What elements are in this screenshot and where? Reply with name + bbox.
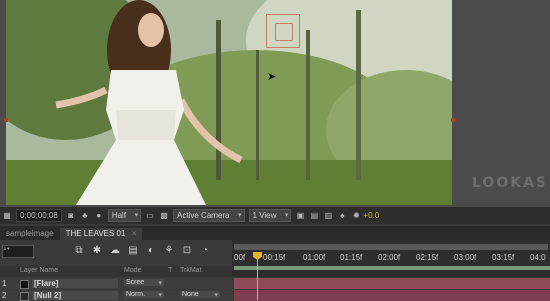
shy-layers-icon[interactable]: ☁ [108,243,122,257]
frame-blending-icon[interactable]: ▤ [126,243,140,257]
close-icon[interactable]: × [132,229,137,238]
region-of-interest-icon[interactable]: ▭ [145,211,155,221]
camera-snapshot-icon[interactable]: ◙ [66,211,76,221]
exposure-icon[interactable]: ✺ [351,211,361,221]
composition-viewer[interactable]: ➤ LOOKAS [0,0,550,207]
brainstorm-icon[interactable]: ⚘ [162,243,176,257]
layer-mode-select[interactable]: Norm. [124,291,164,299]
ruler-label: 00:15f [263,253,286,262]
ruler-label: 00f [234,253,246,262]
color-channel-icon[interactable]: ● [94,211,104,221]
col-layer-name[interactable]: Layer Name [20,267,58,274]
timeline-switches: ⧉ ✱ ☁ ▤ ◐ ⚘ ⊡ ◔ [72,243,216,257]
layer-row[interactable]: 1 [Flare] Scree [0,278,232,289]
tab-label: THE LEAVES 01 [65,229,126,238]
layer-duration-bar[interactable] [234,290,550,301]
layer-name[interactable]: [Null 2] [32,291,118,300]
ruler-label: 02:15f [416,253,439,262]
toggle-pixel-aspect-icon[interactable]: ▣ [295,211,305,221]
transparency-grid-icon[interactable]: ▩ [159,211,169,221]
comp-duration-bar [234,266,550,270]
fast-preview-icon[interactable]: ▤ [309,211,319,221]
comp-mini-flowchart-icon[interactable]: ⧉ [72,243,86,257]
layer-trkmat-select[interactable]: None [180,291,220,299]
footage-image [6,0,452,205]
mouse-cursor-icon: ➤ [267,71,277,83]
target-marker[interactable] [266,14,300,48]
layer-duration-bar[interactable] [234,278,550,289]
auto-keyframe-icon[interactable]: ◔ [198,243,212,257]
work-area-bar[interactable] [234,244,548,250]
show-snapshot-icon[interactable]: ♣ [80,211,90,221]
layer-column-header: Layer Name Mode T TrkMat [0,266,232,277]
motion-blur-icon[interactable]: ◐ [144,243,158,257]
layer-handle-right[interactable] [451,118,455,122]
layer-name[interactable]: [Flare] [32,279,118,288]
viewer-toolbar: ▦ 0;00;00;08 ◙ ♣ ● Half ▭ ▩ Active Camer… [0,207,550,224]
draft-3d-icon[interactable]: ✱ [90,243,104,257]
col-t[interactable]: T [168,267,172,274]
ruler-label: 04:0 [530,253,546,262]
ruler-label: 03:15f [492,253,515,262]
camera-select[interactable]: Active Camera [173,209,245,222]
exposure-value[interactable]: +0.0 [363,211,379,220]
grid-icon[interactable]: ▦ [2,211,12,221]
tab-the-leaves-01[interactable]: THE LEAVES 01 × [59,228,143,240]
layer-handle-left[interactable] [4,118,8,122]
layer-color-swatch[interactable] [20,280,29,289]
graph-editor-icon[interactable]: ⊡ [180,243,194,257]
flowchart-icon[interactable]: ♠ [337,211,347,221]
layer-number: 2 [2,291,7,300]
watermark: LOOKAS [472,175,548,191]
composition-frame[interactable] [6,0,452,205]
timeline-icon[interactable]: ▥ [323,211,333,221]
timeline-search-input[interactable]: ⌕▾ [2,245,34,258]
ruler-label: 01:00f [303,253,326,262]
tab-sampleimage[interactable]: sampleimage [0,228,60,240]
layer-row[interactable]: 2 [Null 2] Norm. None [0,290,232,301]
resolution-select[interactable]: Half [107,209,142,222]
col-mode[interactable]: Mode [124,267,142,274]
ruler-label: 01:15f [340,253,363,262]
panel-tab-bar: sampleimage THE LEAVES 01 × [0,226,550,240]
layer-mode-select[interactable]: Scree [124,279,164,287]
layer-number: 1 [2,279,7,288]
ruler-label: 03:00f [454,253,477,262]
playhead-line[interactable] [257,256,258,300]
timecode-field[interactable]: 0;00;00;08 [16,209,62,222]
view-layout-select[interactable]: 1 View [248,209,292,222]
col-trkmat[interactable]: TrkMat [180,267,202,274]
tab-label: sampleimage [6,229,54,238]
ruler-label: 02:00f [378,253,401,262]
